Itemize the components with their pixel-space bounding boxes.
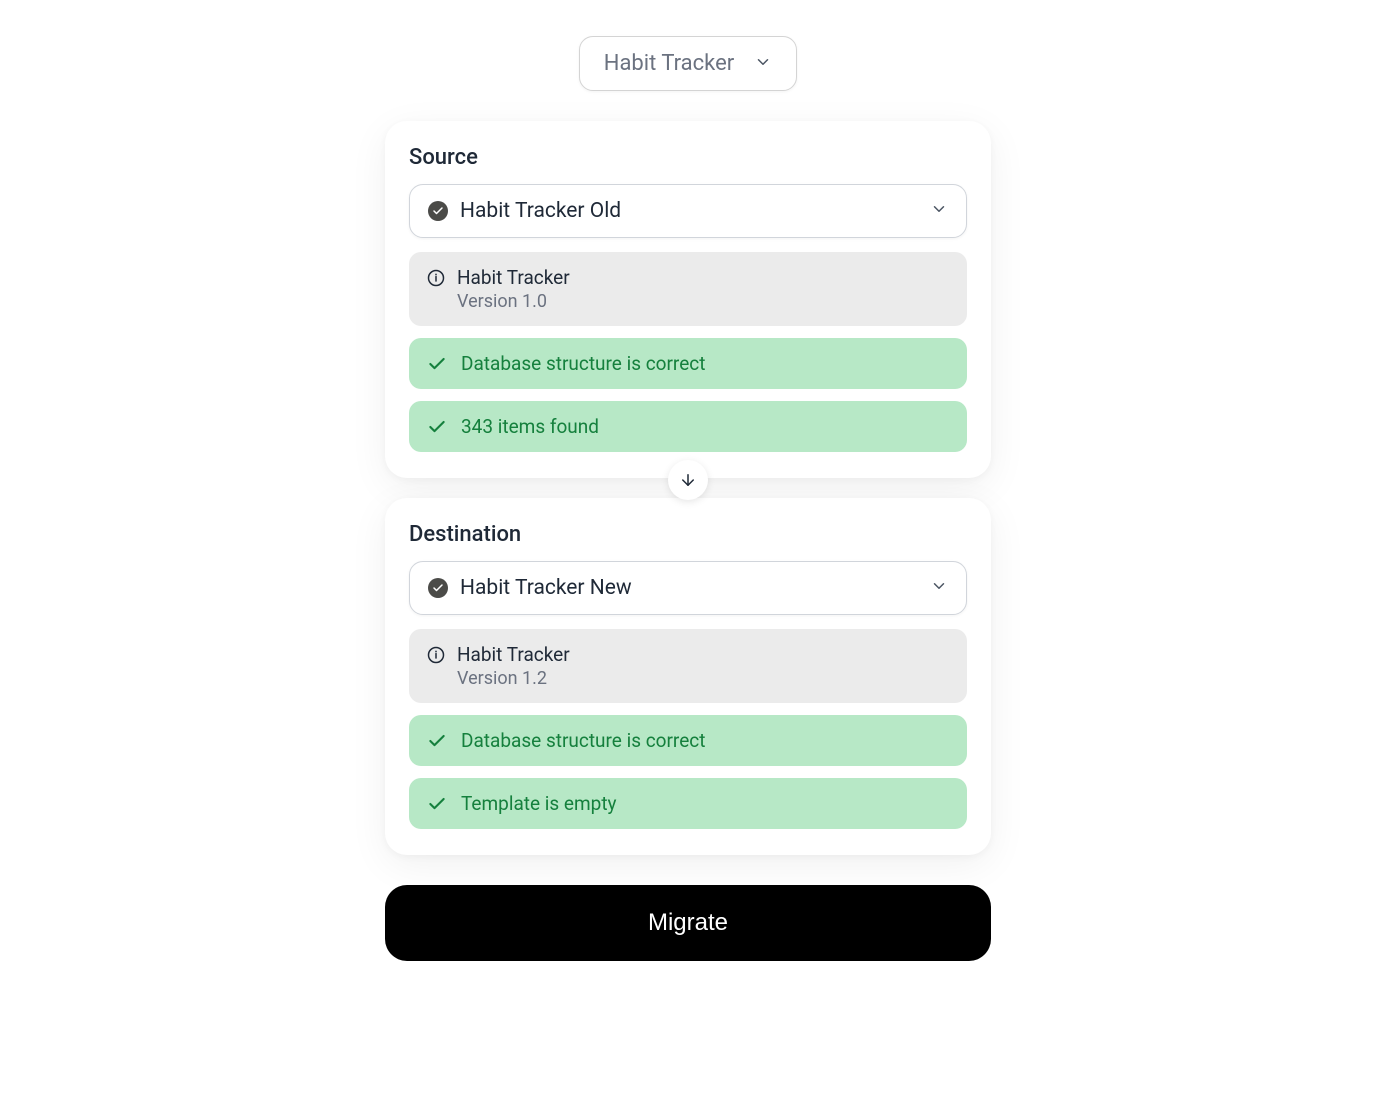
check-icon [427,417,447,437]
source-status-items-text: 343 items found [461,415,599,438]
check-icon [427,354,447,374]
check-icon [427,731,447,751]
info-icon [427,269,445,287]
destination-status-structure-text: Database structure is correct [461,729,705,752]
check-icon [427,794,447,814]
destination-info-name: Habit Tracker [457,643,570,666]
source-title: Source [409,145,967,170]
arrow-divider [668,460,708,500]
destination-info-box: Habit Tracker Version 1.2 [409,629,967,703]
check-circle-icon [428,578,448,598]
template-selector-label: Habit Tracker [604,51,734,76]
destination-card: Destination Habit Tracker New Habit Trac… [385,498,991,855]
destination-info-version: Version 1.2 [457,668,570,689]
source-status-structure-text: Database structure is correct [461,352,705,375]
chevron-down-icon [754,53,772,75]
source-status-structure: Database structure is correct [409,338,967,389]
destination-status-structure: Database structure is correct [409,715,967,766]
destination-database-label: Habit Tracker New [460,576,632,600]
destination-title: Destination [409,522,967,547]
source-info-box: Habit Tracker Version 1.0 [409,252,967,326]
destination-status-empty-text: Template is empty [461,792,617,815]
destination-status-empty: Template is empty [409,778,967,829]
source-database-label: Habit Tracker Old [460,199,621,223]
info-icon [427,646,445,664]
source-card: Source Habit Tracker Old Habit Tracker V… [385,121,991,478]
destination-database-selector[interactable]: Habit Tracker New [409,561,967,615]
source-info-name: Habit Tracker [457,266,570,289]
migrate-button[interactable]: Migrate [385,885,991,961]
chevron-down-icon [930,200,948,222]
source-status-items: 343 items found [409,401,967,452]
check-circle-icon [428,201,448,221]
source-database-selector[interactable]: Habit Tracker Old [409,184,967,238]
template-selector[interactable]: Habit Tracker [579,36,797,91]
source-info-version: Version 1.0 [457,291,570,312]
chevron-down-icon [930,577,948,599]
